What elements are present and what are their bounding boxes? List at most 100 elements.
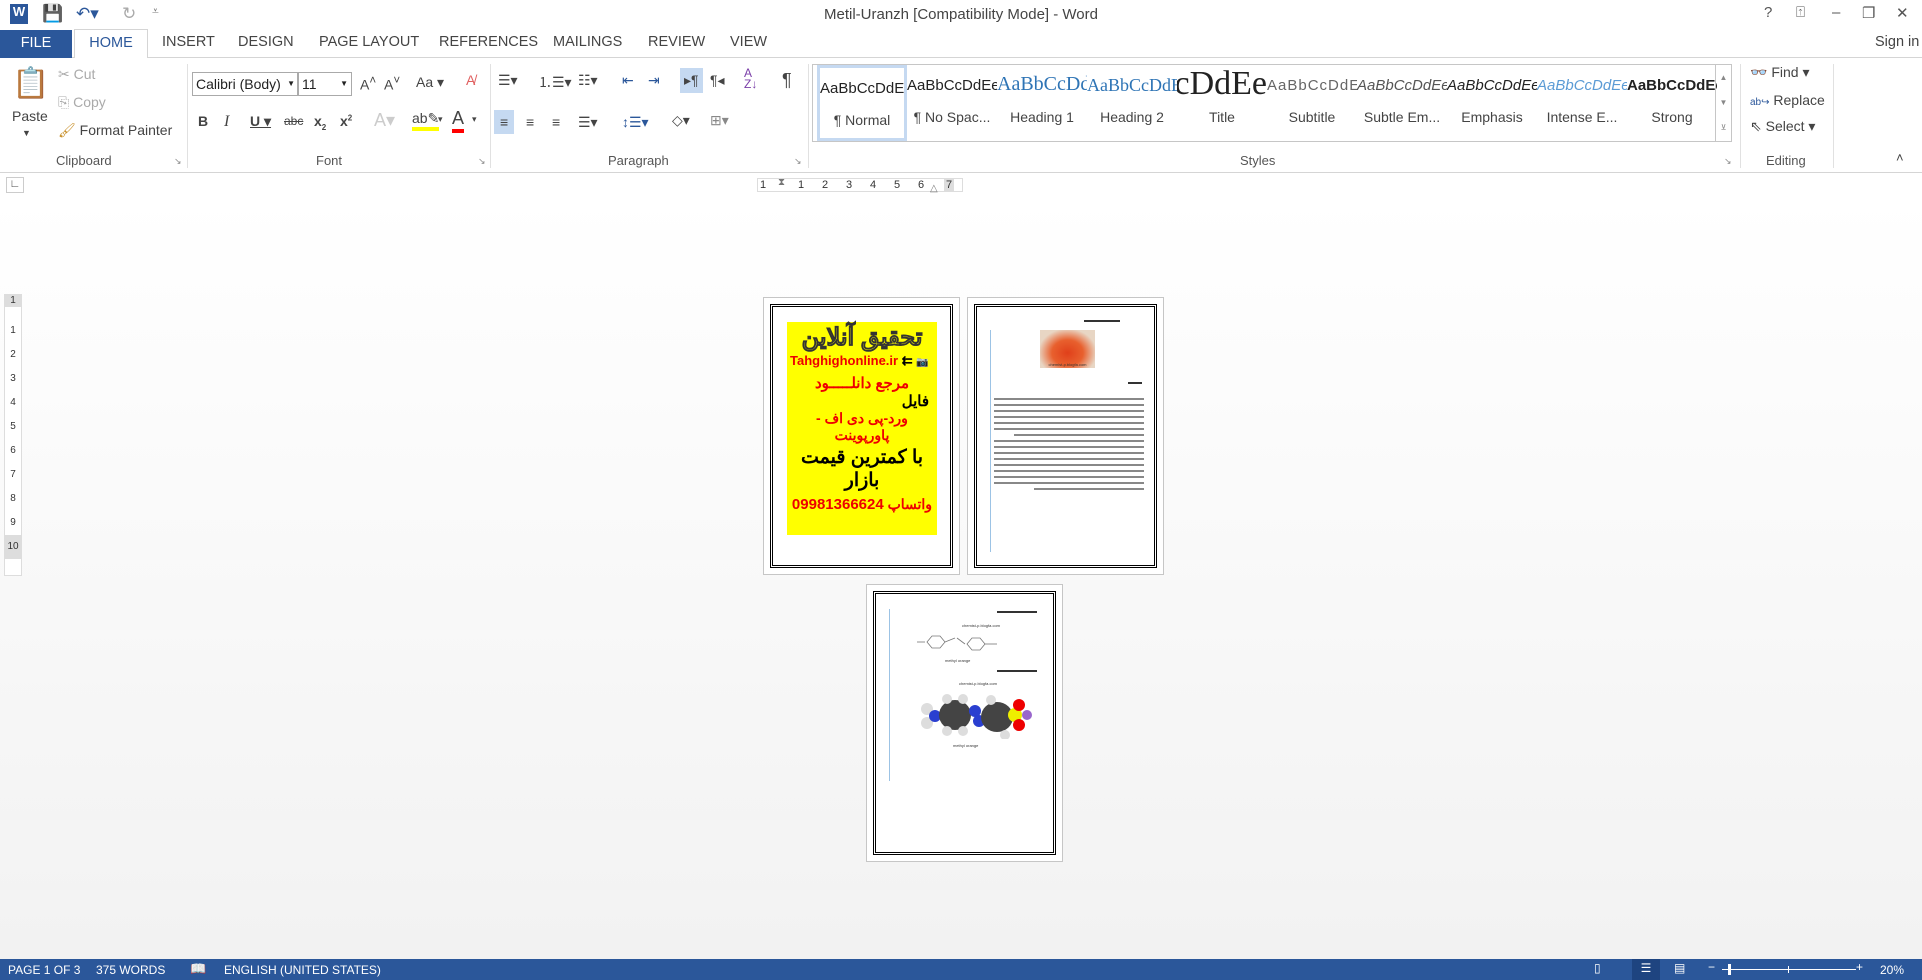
language[interactable]: ENGLISH (UNITED STATES)	[224, 963, 381, 977]
styles-scrollbar[interactable]: ▲ ▼ ⊻	[1715, 65, 1731, 141]
style-heading-1[interactable]: AaBbCcDdEe Heading 1	[997, 65, 1087, 141]
scroll-down-icon[interactable]: ▼	[1716, 90, 1731, 115]
tab-insert[interactable]: INSERT	[162, 34, 215, 50]
superscript-icon[interactable]: x2	[340, 113, 352, 129]
page-3[interactable]: chemist-p.blogfa.com methyl orange chemi…	[866, 584, 1063, 862]
replace-button[interactable]: ab↪ Replace	[1750, 92, 1825, 108]
paste-icon[interactable]: 📋	[12, 66, 49, 101]
help-button[interactable]: ?	[1764, 4, 1772, 21]
page-1[interactable]: تحقیق آنلاین Tahghighonline.ir ⇇ 📷 مرجع …	[763, 297, 960, 575]
align-right-icon[interactable]: ≡	[552, 114, 560, 130]
format-painter-button[interactable]: 🖌 Format Painter	[58, 122, 172, 139]
clear-formatting-icon[interactable]: A̸	[466, 72, 475, 88]
numbering-icon[interactable]: ⒈☰▾	[538, 72, 572, 92]
proofing-icon[interactable]: 📖	[190, 961, 206, 977]
word-count[interactable]: 375 WORDS	[96, 963, 165, 977]
bold-icon[interactable]: B	[198, 113, 208, 129]
find-button[interactable]: 👓 Find ▾	[1750, 64, 1809, 81]
vertical-ruler[interactable]: 1 1 2 3 4 5 6 7 8 9 10	[4, 294, 22, 576]
underline-icon[interactable]: U ▾	[250, 113, 271, 130]
tab-home[interactable]: HOME	[74, 29, 148, 59]
decrease-indent-icon[interactable]: ⇤	[622, 72, 634, 89]
clipboard-launcher-icon[interactable]: ↘	[174, 156, 182, 167]
web-layout-icon[interactable]: ▤	[1674, 961, 1685, 975]
tab-file[interactable]: FILE	[0, 30, 72, 58]
style-title[interactable]: AaBbCcDdEe Title	[1177, 65, 1267, 141]
bullets-icon[interactable]: ☰▾	[498, 72, 518, 89]
style-subtitle[interactable]: AaBbCcDdEe Subtitle	[1267, 65, 1357, 141]
multilevel-list-icon[interactable]: ☷▾	[578, 72, 598, 89]
increase-indent-icon[interactable]: ⇥	[648, 72, 660, 89]
scroll-up-icon[interactable]: ▲	[1716, 65, 1731, 90]
more-styles-icon[interactable]: ⊻	[1716, 115, 1731, 140]
shading-icon[interactable]: ◇▾	[672, 112, 690, 129]
cut-button[interactable]: ✂ Cut	[58, 66, 95, 83]
style-intense-emphasis[interactable]: AaBbCcDdEe Intense E...	[1537, 65, 1627, 141]
strikethrough-icon[interactable]: abc	[284, 114, 303, 128]
font-color-dropdown-icon[interactable]: ▾	[472, 114, 477, 125]
close-button[interactable]: ✕	[1896, 4, 1909, 22]
zoom-out-button[interactable]: −	[1708, 960, 1715, 974]
font-size-combo[interactable]: 11 ▼	[298, 72, 352, 96]
align-left-icon[interactable]: ≡	[494, 110, 515, 134]
borders-icon[interactable]: ⊞▾	[710, 112, 729, 129]
style-no-spacing[interactable]: AaBbCcDdEe ¶ No Spac...	[907, 65, 997, 141]
tab-review[interactable]: REVIEW	[648, 34, 705, 50]
ltr-direction-icon[interactable]: ▸¶	[680, 68, 703, 93]
tab-selector-icon[interactable]: ∟	[6, 177, 24, 193]
show-formatting-marks-icon[interactable]: ¶	[782, 70, 792, 91]
select-button[interactable]: ⇖ Select ▾	[1750, 118, 1815, 135]
highlight-dropdown-icon[interactable]: ▾	[438, 114, 443, 125]
font-name-combo[interactable]: Calibri (Body) ▼	[192, 72, 298, 96]
paragraph-launcher-icon[interactable]: ↘	[794, 156, 802, 167]
collapse-ribbon-icon[interactable]: ˄	[1896, 150, 1904, 165]
sort-icon[interactable]: A Z↓	[744, 67, 757, 90]
page-2[interactable]: chemist-p.blogfa.com	[967, 297, 1164, 575]
tab-mailings[interactable]: MAILINGS	[553, 34, 622, 50]
tab-page-layout[interactable]: PAGE LAYOUT	[319, 34, 419, 50]
ribbon-display-options-icon[interactable]: ⍐	[1796, 4, 1805, 21]
page-count[interactable]: PAGE 1 OF 3	[8, 963, 80, 977]
line-spacing-icon[interactable]: ↕☰▾	[622, 114, 649, 131]
zoom-slider-thumb[interactable]	[1728, 964, 1732, 975]
italic-icon[interactable]: I	[224, 113, 229, 131]
copy-button[interactable]: ⎘ Copy	[58, 94, 106, 111]
read-mode-icon[interactable]: ▯	[1594, 961, 1601, 975]
rtl-direction-icon[interactable]: ¶◂	[710, 72, 725, 89]
zoom-in-button[interactable]: +	[1856, 960, 1863, 974]
text-effects-icon[interactable]: A▾	[374, 110, 395, 131]
tab-references[interactable]: REFERENCES	[439, 34, 538, 50]
styles-launcher-icon[interactable]: ↘	[1724, 156, 1732, 167]
change-case-button[interactable]: Aa ▾	[416, 74, 444, 91]
font-color-icon[interactable]: A	[452, 108, 465, 133]
minimize-button[interactable]: –	[1832, 4, 1840, 21]
tab-view[interactable]: VIEW	[730, 34, 767, 50]
indent-marker-icon[interactable]: ⧗	[778, 177, 785, 188]
tab-design[interactable]: DESIGN	[238, 34, 294, 50]
font-launcher-icon[interactable]: ↘	[478, 156, 486, 167]
style-strong[interactable]: AaBbCcDdEe Strong	[1627, 65, 1717, 141]
document-area[interactable]: 1 1 2 3 4 5 6 7 8 9 10 تحقیق آنلاین Tahghighonlin…	[0, 197, 1922, 959]
right-indent-marker-icon[interactable]: △	[930, 183, 938, 194]
style-normal[interactable]: AaBbCcDdEe ¶ Normal	[817, 65, 907, 141]
sign-in-link[interactable]: Sign in	[1875, 34, 1919, 50]
shrink-font-icon[interactable]: A˅	[384, 74, 400, 93]
ad-site: Tahghighonline.ir	[790, 353, 899, 368]
highlight-icon[interactable]: ab✎	[412, 110, 440, 131]
style-name: Strong	[1651, 109, 1693, 125]
align-center-icon[interactable]: ≡	[526, 114, 534, 130]
justify-icon[interactable]: ☰▾	[578, 114, 598, 131]
zoom-level[interactable]: 20%	[1880, 963, 1904, 977]
print-layout-icon[interactable]: ☰	[1632, 959, 1660, 980]
paste-dropdown-icon[interactable]: ▼	[22, 128, 31, 138]
horizontal-ruler[interactable]: ∟ 1 ⧗ 1 2 3 4 5 6 △ 7	[0, 173, 1922, 197]
style-subtle-emphasis[interactable]: AaBbCcDdEe Subtle Em...	[1357, 65, 1447, 141]
style-name: Heading 1	[1010, 109, 1074, 125]
zoom-slider[interactable]	[1722, 964, 1856, 975]
style-emphasis[interactable]: AaBbCcDdEe Emphasis	[1447, 65, 1537, 141]
style-heading-2[interactable]: AaBbCcDdEe Heading 2	[1087, 65, 1177, 141]
subscript-icon[interactable]: x2	[314, 113, 326, 132]
restore-button[interactable]: ❐	[1862, 4, 1875, 22]
paste-button[interactable]: Paste	[12, 108, 48, 124]
grow-font-icon[interactable]: A˄	[360, 74, 376, 93]
